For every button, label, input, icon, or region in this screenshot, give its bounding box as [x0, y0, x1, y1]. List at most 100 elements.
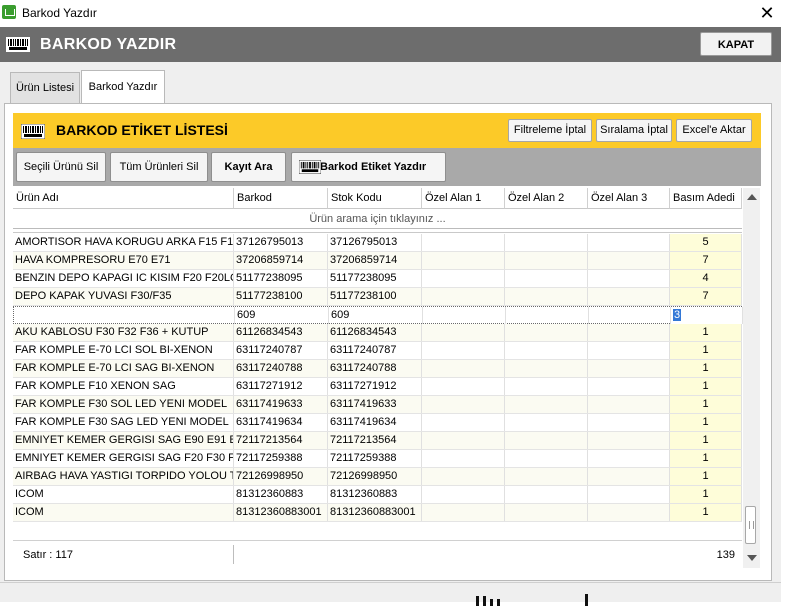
column-header-custom-field-3[interactable]: Özel Alan 3 [588, 188, 670, 209]
tab-product-list[interactable]: Ürün Listesi [10, 72, 80, 103]
cell-custom-field-3 [588, 288, 670, 305]
cell-stock-code: 37206859714 [328, 252, 422, 269]
cell-print-quantity[interactable]: 4 [670, 270, 742, 287]
cell-custom-field-1 [422, 360, 505, 377]
cell-print-quantity[interactable]: 7 [670, 288, 742, 305]
table-row-editing[interactable]: 609 609 3 [13, 306, 743, 324]
cell-print-quantity[interactable]: 1 [670, 432, 742, 449]
form-bottom-border [0, 582, 781, 583]
cell-custom-field-2 [505, 504, 588, 521]
cell-product-name: AKU KABLOSU F30 F32 F36 + KUTUP [13, 324, 234, 341]
vertical-scrollbar[interactable] [743, 188, 760, 568]
barcode-icon [21, 124, 45, 139]
grid-search-row[interactable]: Ürün arama için tıklayınız ... [13, 210, 742, 229]
cell-stock-code: 63117240788 [328, 360, 422, 377]
quantity-edit-input[interactable]: 3 [673, 309, 682, 321]
table-row[interactable]: FAR KOMPLE F30 SAG LED YENI MODEL 6311741… [13, 414, 742, 432]
cell-print-quantity[interactable]: 1 [670, 396, 742, 413]
cell-custom-field-2 [505, 396, 588, 413]
cell-custom-field-2 [505, 486, 588, 503]
cell-barcode: 72117259388 [234, 450, 328, 467]
window-close-button[interactable]: ✕ [756, 2, 778, 24]
table-row[interactable]: DEPO KAPAK YUVASI F30/F35 51177238100 5117… [13, 288, 742, 306]
cell-custom-field-2 [505, 288, 588, 305]
table-row[interactable]: AIRBAG HAVA YASTIGI TORPIDO YOLOU TAR 721… [13, 468, 742, 486]
cell-barcode: 609 [235, 307, 329, 324]
label-list-bar: BARKOD ETİKET LİSTESİ Filtreleme İptal S… [13, 113, 761, 148]
table-row[interactable]: EMNIYET KEMER GERGISI SAG E90 E91 E92 721… [13, 432, 742, 450]
table-row[interactable]: HAVA KOMPRESORU E70 E71 37206859714 372068… [13, 252, 742, 270]
cell-print-quantity[interactable]: 1 [670, 414, 742, 431]
cell-print-quantity[interactable]: 1 [670, 378, 742, 395]
column-header-print-quantity[interactable]: Basım Adedi [670, 188, 742, 209]
table-row[interactable]: FAR KOMPLE E-70 LCI SAG BI-XENON 63117240… [13, 360, 742, 378]
column-header-stock-code[interactable]: Stok Kodu [328, 188, 422, 209]
cell-barcode: 61126834543 [234, 324, 328, 341]
cell-custom-field-1 [422, 342, 505, 359]
cell-print-quantity[interactable]: 1 [670, 468, 742, 485]
table-row[interactable]: AKU KABLOSU F30 F32 F36 + KUTUP 611268345… [13, 324, 742, 342]
cell-print-quantity[interactable]: 1 [670, 486, 742, 503]
scroll-thumb[interactable] [745, 506, 756, 544]
cell-product-name: EMNIYET KEMER GERGISI SAG F20 F30 F32 F [13, 450, 234, 467]
cell-print-quantity[interactable]: 1 [670, 342, 742, 359]
cell-custom-field-1 [422, 324, 505, 341]
table-row[interactable]: FAR KOMPLE F10 XENON SAG 63117271912 63117… [13, 378, 742, 396]
table-row[interactable]: EMNIYET KEMER GERGISI SAG F20 F30 F32 F7… [13, 450, 742, 468]
cell-print-quantity[interactable]: 1 [670, 324, 742, 341]
form-title: BARKOD YAZDIR [40, 36, 177, 53]
cell-print-quantity[interactable]: 1 [670, 360, 742, 377]
cell-barcode: 51177238095 [234, 270, 328, 287]
save-record-button[interactable]: Kayıt Ara [211, 152, 286, 182]
delete-all-button[interactable]: Tüm Ürünleri Sil [110, 152, 208, 182]
cell-product-name: FAR KOMPLE F10 XENON SAG [13, 378, 234, 395]
table-row[interactable]: ICOM 81312360883001 81312360883001 1 [13, 504, 742, 522]
app-icon [2, 5, 16, 19]
column-header-custom-field-1[interactable]: Özel Alan 1 [422, 188, 505, 209]
cell-print-quantity[interactable]: 5 [670, 234, 742, 251]
cell-custom-field-3 [588, 234, 670, 251]
cell-custom-field-3 [588, 450, 670, 467]
table-row[interactable]: FAR KOMPLE E-70 LCI SOL BI-XENON 63117240… [13, 342, 742, 360]
cell-print-quantity[interactable]: 1 [670, 504, 742, 521]
cell-custom-field-3 [588, 504, 670, 521]
export-excel-button[interactable]: Excel'e Aktar [676, 119, 752, 142]
window-title: Barkod Yazdır [22, 6, 97, 20]
cell-stock-code: 81312360883 [328, 486, 422, 503]
cell-custom-field-2 [505, 342, 588, 359]
cell-print-quantity[interactable]: 1 [670, 450, 742, 467]
cell-custom-field-2 [505, 450, 588, 467]
table-row[interactable]: AMORTISOR HAVA KORUGU ARKA F15 F16 371267… [13, 234, 742, 252]
cell-stock-code: 63117271912 [328, 378, 422, 395]
cell-product-name: FAR KOMPLE F30 SAG LED YENI MODEL [13, 414, 234, 431]
close-form-button[interactable]: KAPAT [700, 32, 772, 56]
cell-product-name: HAVA KOMPRESORU E70 E71 [13, 252, 234, 269]
scroll-down-arrow-icon[interactable] [747, 555, 757, 561]
cell-print-quantity[interactable]: 3 [671, 307, 743, 324]
cell-custom-field-2 [506, 307, 589, 324]
column-header-barcode[interactable]: Barkod [234, 188, 328, 209]
cell-product-name: FAR KOMPLE E-70 LCI SAG BI-XENON [13, 360, 234, 377]
cell-custom-field-3 [588, 468, 670, 485]
delete-selected-button[interactable]: Seçili Ürünü Sil [16, 152, 106, 182]
cell-custom-field-3 [588, 432, 670, 449]
table-row[interactable]: ICOM 81312360883 81312360883 1 [13, 486, 742, 504]
cell-print-quantity[interactable]: 7 [670, 252, 742, 269]
cell-custom-field-3 [588, 378, 670, 395]
cell-stock-code: 81312360883001 [328, 504, 422, 521]
column-header-custom-field-2[interactable]: Özel Alan 2 [505, 188, 588, 209]
scroll-up-arrow-icon[interactable] [747, 194, 757, 200]
cell-barcode: 72126998950 [234, 468, 328, 485]
cell-product-name: EMNIYET KEMER GERGISI SAG E90 E91 E92 [13, 432, 234, 449]
cell-custom-field-2 [505, 414, 588, 431]
sort-cancel-button[interactable]: Sıralama İptal [596, 119, 672, 142]
label-list-title: BARKOD ETİKET LİSTESİ [56, 122, 228, 138]
table-row[interactable]: BENZIN DEPO KAPAGI IC KISIM F20 F20LCI 51… [13, 270, 742, 288]
cell-stock-code: 72126998950 [328, 468, 422, 485]
print-barcode-labels-button[interactable]: Barkod Etiket Yazdır [291, 152, 446, 182]
filter-cancel-button[interactable]: Filtreleme İptal [508, 119, 592, 142]
table-row[interactable]: FAR KOMPLE F30 SOL LED YENI MODEL 6311741… [13, 396, 742, 414]
column-header-product-name[interactable]: Ürün Adı [13, 188, 234, 209]
cell-product-name: ICOM [13, 486, 234, 503]
tab-barcode-print[interactable]: Barkod Yazdır [81, 70, 165, 103]
